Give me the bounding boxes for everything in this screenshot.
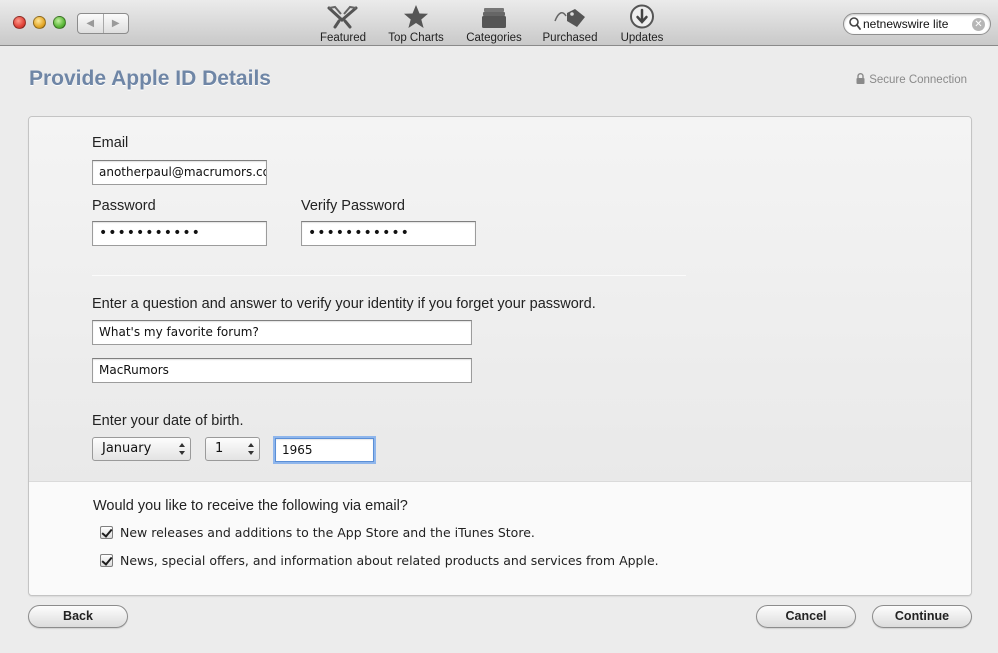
email-preferences-prompt: Would you like to receive the following … bbox=[93, 498, 408, 514]
birth-month-value: January bbox=[102, 441, 152, 456]
secure-connection-label: Secure Connection bbox=[869, 74, 967, 86]
date-of-birth-label: Enter your date of birth. bbox=[92, 413, 244, 429]
new-releases-option[interactable]: New releases and additions to the App St… bbox=[100, 525, 535, 540]
email-field[interactable]: anotherpaul@macrumors.com bbox=[92, 160, 267, 185]
download-icon bbox=[629, 4, 655, 29]
section-divider bbox=[92, 275, 686, 276]
birth-day-popup[interactable]: 1 bbox=[205, 437, 260, 461]
birth-day-value: 1 bbox=[215, 441, 224, 456]
toolbar-updates-label: Updates bbox=[620, 32, 664, 44]
search-field[interactable]: netnewswire lite ✕ bbox=[843, 13, 991, 35]
featured-icon bbox=[325, 4, 361, 29]
birth-year-field[interactable]: 1965 bbox=[275, 438, 374, 462]
popup-arrows-icon bbox=[179, 443, 185, 455]
toolbar-updates[interactable]: Updates bbox=[618, 4, 666, 44]
account-details-section: Email anotherpaul@macrumors.com Password… bbox=[29, 117, 971, 481]
tag-icon bbox=[553, 4, 587, 29]
page-title: Provide Apple ID Details bbox=[29, 67, 271, 90]
verify-password-field[interactable]: ••••••••••• bbox=[301, 221, 476, 246]
security-question-prompt: Enter a question and answer to verify yo… bbox=[92, 296, 596, 312]
toolbar-top-charts-label: Top Charts bbox=[388, 32, 444, 44]
birth-month-popup[interactable]: January bbox=[92, 437, 191, 461]
nav-forward-icon[interactable]: ▶ bbox=[104, 14, 129, 33]
new-releases-checkbox[interactable] bbox=[100, 526, 113, 539]
email-preferences-section: Would you like to receive the following … bbox=[29, 481, 971, 595]
security-answer-field[interactable]: MacRumors bbox=[92, 358, 472, 383]
nav-back-icon[interactable]: ◀ bbox=[78, 14, 104, 33]
password-label: Password bbox=[92, 198, 156, 214]
window-toolbar: ◀ ▶ Featured Top Charts Categories Purch… bbox=[0, 0, 998, 46]
toolbar-featured[interactable]: Featured bbox=[318, 4, 368, 44]
special-offers-checkbox[interactable] bbox=[100, 554, 113, 567]
verify-password-label: Verify Password bbox=[301, 198, 405, 214]
toolbar-featured-label: Featured bbox=[319, 32, 367, 44]
special-offers-label: News, special offers, and information ab… bbox=[120, 553, 659, 568]
minimize-window-button[interactable] bbox=[33, 16, 46, 29]
cancel-button[interactable]: Cancel bbox=[756, 605, 856, 628]
close-window-button[interactable] bbox=[13, 16, 26, 29]
zoom-window-button[interactable] bbox=[53, 16, 66, 29]
continue-button[interactable]: Continue bbox=[872, 605, 972, 628]
new-releases-label: New releases and additions to the App St… bbox=[120, 525, 535, 540]
email-label: Email bbox=[92, 135, 129, 151]
toolbar-purchased[interactable]: Purchased bbox=[541, 4, 599, 44]
toolbar-purchased-label: Purchased bbox=[542, 32, 598, 44]
toolbar-top-charts[interactable]: Top Charts bbox=[385, 4, 447, 44]
clear-search-icon[interactable]: ✕ bbox=[972, 18, 985, 31]
star-icon bbox=[403, 4, 429, 29]
security-question-field[interactable]: What's my favorite forum? bbox=[92, 320, 472, 345]
back-button[interactable]: Back bbox=[28, 605, 128, 628]
special-offers-option[interactable]: News, special offers, and information ab… bbox=[100, 553, 659, 568]
search-icon bbox=[849, 17, 861, 36]
back-forward-control: ◀ ▶ bbox=[77, 13, 129, 34]
password-field[interactable]: ••••••••••• bbox=[92, 221, 267, 246]
search-query[interactable]: netnewswire lite bbox=[863, 17, 948, 31]
toolbar-categories-label: Categories bbox=[466, 32, 522, 44]
toolbar-categories[interactable]: Categories bbox=[464, 4, 524, 44]
apple-id-form-panel: Email anotherpaul@macrumors.com Password… bbox=[28, 116, 972, 596]
categories-icon bbox=[481, 4, 507, 29]
lock-icon bbox=[856, 73, 865, 87]
secure-connection-indicator: Secure Connection bbox=[856, 73, 967, 87]
popup-arrows-icon bbox=[248, 443, 254, 455]
